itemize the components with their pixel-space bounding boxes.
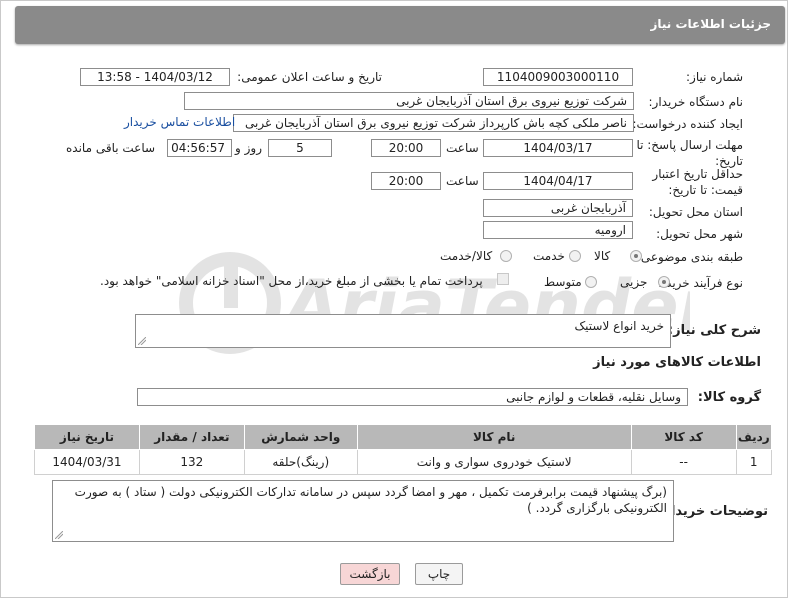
treasury-payment-note: پرداخت تمام یا بخشی از مبلغ خرید،از محل … bbox=[100, 274, 483, 288]
remaining-time-label: ساعت باقی مانده bbox=[66, 141, 156, 155]
process-radio-minor[interactable] bbox=[658, 276, 670, 288]
requester-label: ایجاد کننده درخواست: bbox=[632, 117, 743, 131]
announce-datetime-field[interactable]: 1404/03/12 - 13:58 bbox=[80, 68, 230, 86]
cell-row-number: 1 bbox=[735, 449, 772, 475]
col-header-quantity: تعداد / مقدار bbox=[138, 424, 245, 450]
cell-quantity: 132 bbox=[138, 449, 245, 475]
delivery-city-field[interactable]: ارومیه bbox=[483, 221, 633, 239]
remaining-days-field[interactable]: 5 bbox=[268, 139, 332, 157]
category-option-goods: کالا bbox=[594, 249, 611, 263]
need-number-field[interactable]: 1104009003000110 bbox=[483, 68, 633, 86]
category-radio-goods[interactable] bbox=[630, 250, 642, 262]
cell-goods-code: -- bbox=[630, 449, 737, 475]
col-header-goods-code: کد کالا bbox=[630, 424, 737, 450]
cell-goods-name: لاستیک خودروی سواری و وانت bbox=[356, 449, 632, 475]
price-validity-time[interactable]: 20:00 bbox=[371, 172, 441, 190]
need-number-label: شماره نیاز: bbox=[686, 70, 743, 84]
days-label: روز و bbox=[235, 141, 262, 155]
category-option-goods-service: کالا/خدمت bbox=[440, 249, 493, 263]
reply-deadline-time[interactable]: 20:00 bbox=[371, 139, 441, 157]
remaining-time-field[interactable]: 04:56:57 bbox=[167, 139, 232, 157]
buyer-org-field[interactable]: شرکت توزیع نیروی برق استان آذربایجان غرب… bbox=[184, 92, 634, 110]
goods-table: ردیف کد کالا نام کالا واحد شمارش تعداد /… bbox=[34, 424, 772, 475]
col-header-unit: واحد شمارش bbox=[243, 424, 358, 450]
col-header-need-date: تاریخ نیاز bbox=[34, 424, 140, 450]
reply-deadline-date[interactable]: 1404/03/17 bbox=[483, 139, 633, 157]
general-description-text: خرید انواع لاستیک bbox=[574, 319, 664, 333]
requester-field[interactable]: ناصر ملکی کچه باش کارپرداز شرکت توزیع نی… bbox=[233, 114, 634, 132]
price-validity-time-label: ساعت bbox=[446, 174, 479, 188]
purchase-process-label: نوع فرآیند خرید : bbox=[658, 276, 743, 290]
page-title: جزئیات اطلاعات نیاز bbox=[650, 17, 771, 31]
resize-grip-icon[interactable] bbox=[55, 531, 63, 539]
general-description-label: شرح کلی نیاز: bbox=[667, 323, 761, 338]
resize-grip-icon[interactable] bbox=[138, 337, 146, 345]
delivery-province-field[interactable]: آذربایجان غربی bbox=[483, 199, 633, 217]
announce-datetime-label: تاریخ و ساعت اعلان عمومی: bbox=[237, 70, 382, 84]
cell-unit: (رینگ)حلقه bbox=[243, 449, 358, 475]
buyer-org-label: نام دستگاه خریدار: bbox=[648, 95, 744, 109]
process-option-medium: متوسط bbox=[544, 275, 582, 289]
reply-deadline-label: مهلت ارسال پاسخ: تا تاریخ: bbox=[636, 138, 743, 168]
category-radio-service[interactable] bbox=[569, 250, 581, 262]
process-radio-medium[interactable] bbox=[585, 276, 597, 288]
reply-time-label: ساعت bbox=[446, 141, 479, 155]
category-option-service: خدمت bbox=[533, 249, 565, 263]
goods-group-label: گروه کالا: bbox=[697, 390, 761, 405]
process-option-minor: جزیی bbox=[620, 275, 648, 289]
goods-section-title: اطلاعات کالاهای مورد نیاز bbox=[593, 355, 761, 370]
print-button[interactable]: چاپ bbox=[415, 563, 463, 585]
col-header-goods-name: نام کالا bbox=[356, 424, 632, 450]
header-bar: جزئیات اطلاعات نیاز bbox=[15, 6, 785, 44]
cell-need-date: 1404/03/31 bbox=[34, 449, 140, 475]
goods-group-field[interactable]: وسایل نقلیه، قطعات و لوازم جانبی bbox=[137, 388, 688, 406]
back-button[interactable]: بازگشت bbox=[340, 563, 400, 585]
price-validity-date[interactable]: 1404/04/17 bbox=[483, 172, 633, 190]
buyer-notes-textarea[interactable]: (برگ پیشنهاد قیمت برابرفرمت تکمیل ، مهر … bbox=[52, 480, 674, 542]
price-validity-label: حداقل تاریخ اعتبار قیمت: تا تاریخ: bbox=[652, 167, 743, 197]
col-header-row-number: ردیف bbox=[735, 424, 772, 450]
delivery-city-label: شهر محل تحویل: bbox=[656, 227, 743, 241]
table-header-row: ردیف کد کالا نام کالا واحد شمارش تعداد /… bbox=[34, 424, 772, 450]
category-label: طبقه بندی موضوعی: bbox=[636, 250, 743, 264]
treasury-payment-checkbox[interactable] bbox=[497, 273, 509, 285]
buyer-notes-label: توضیحات خریدار: bbox=[658, 504, 768, 519]
general-description-textarea[interactable]: خرید انواع لاستیک bbox=[135, 314, 671, 348]
delivery-province-label: استان محل تحویل: bbox=[648, 205, 743, 219]
category-radio-goods-service[interactable] bbox=[500, 250, 512, 262]
table-row: 1 -- لاستیک خودروی سواری و وانت (رینگ)حل… bbox=[34, 449, 772, 475]
buyer-contact-link[interactable]: اطلاعات تماس خریدار bbox=[124, 115, 235, 129]
buyer-notes-text: (برگ پیشنهاد قیمت برابرفرمت تکمیل ، مهر … bbox=[74, 485, 667, 515]
